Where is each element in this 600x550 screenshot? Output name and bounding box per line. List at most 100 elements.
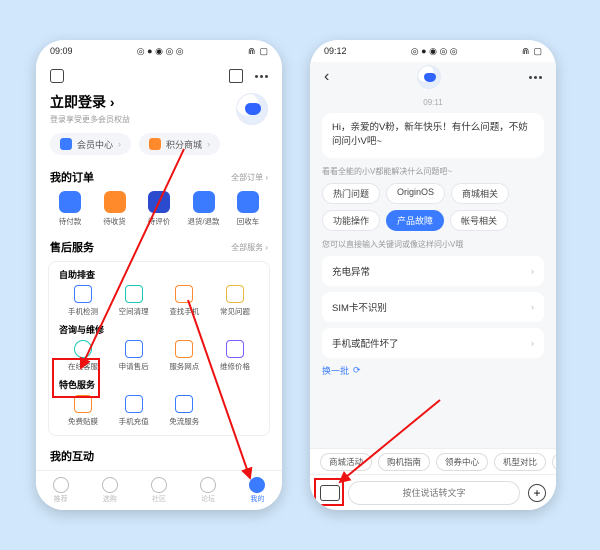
refund-icon xyxy=(193,191,215,213)
chip-account[interactable]: 帐号相关 xyxy=(450,210,508,231)
aftersale-more[interactable]: 全部服务 › xyxy=(231,242,268,253)
wifi-icon: ⋒ xyxy=(522,46,530,57)
store-icon xyxy=(175,340,193,358)
consult-apply[interactable]: 申请售后 xyxy=(112,340,156,372)
topup-icon xyxy=(125,395,143,413)
avatar[interactable] xyxy=(236,93,268,125)
recycle-icon xyxy=(237,191,259,213)
faq-charging[interactable]: 充电异常› xyxy=(322,256,544,286)
self-clean[interactable]: 空间清理 xyxy=(112,285,156,317)
highlight-box xyxy=(314,478,344,506)
broom-icon xyxy=(125,285,143,303)
input-bar: 按住说话转文字 + xyxy=(310,474,556,510)
wifi-icon: ⋒ xyxy=(248,46,256,57)
phone-profile: 09:09 ◎ ● ◉ ◎ ◎ ⋒▢ 立即登录 › 登录享受更多会员权益 会员中… xyxy=(36,40,282,510)
self-faq[interactable]: 常见问题 xyxy=(213,285,257,317)
chat-icon xyxy=(148,191,170,213)
order-pending-review[interactable]: 待评价 xyxy=(141,191,177,227)
special-topup[interactable]: 手机充值 xyxy=(112,395,156,427)
chip-hot[interactable]: 热门问题 xyxy=(322,183,380,204)
faq-broken[interactable]: 手机或配件坏了› xyxy=(322,328,544,358)
login-title[interactable]: 立即登录 › xyxy=(50,92,130,112)
consult-price[interactable]: 维修价格 xyxy=(213,340,257,372)
chip-function[interactable]: 功能操作 xyxy=(322,210,380,231)
clock: 09:09 xyxy=(50,46,73,56)
settings-icon[interactable] xyxy=(50,69,64,83)
category-chips: 热门问题 OriginOS 商城相关 功能操作 产品故障 帐号相关 xyxy=(322,183,544,231)
faq-sim[interactable]: SIM卡不识别› xyxy=(322,292,544,322)
order-refund[interactable]: 退货/退款 xyxy=(186,191,222,227)
bot-avatar[interactable] xyxy=(417,65,441,89)
refresh-icon: ⟳ xyxy=(353,365,361,376)
sug-coupon[interactable]: 领券中心 xyxy=(436,453,488,471)
tab-shop[interactable]: 选购 xyxy=(102,477,118,504)
group-consult: 咨询与维修 xyxy=(55,323,263,340)
voice-input[interactable]: 按住说话转文字 xyxy=(348,481,520,505)
self-find[interactable]: 查找手机 xyxy=(162,285,206,317)
pill-points-mall[interactable]: 积分商城› xyxy=(139,133,220,155)
chat-timestamp: 09:11 xyxy=(322,98,544,107)
interact-title: 我的互动 xyxy=(50,448,94,464)
pill-member-center[interactable]: 会员中心› xyxy=(50,133,131,155)
user-icon xyxy=(249,477,265,493)
hint-mid: 您可以直接输入关键词或像这样问小V哦 xyxy=(322,239,544,250)
refresh-button[interactable]: 换一批 ⟳ xyxy=(322,364,544,377)
order-pending-receive[interactable]: 待收货 xyxy=(97,191,133,227)
battery-icon: ▢ xyxy=(259,46,268,57)
special-film[interactable]: 免费贴膜 xyxy=(61,395,105,427)
status-bar: 09:09 ◎ ● ◉ ◎ ◎ ⋒▢ xyxy=(36,40,282,62)
tab-community[interactable]: 社区 xyxy=(151,477,167,504)
phone-chat: 09:12 ◎ ● ◉ ◎ ◎ ⋒▢ ‹ 09:11 Hi，亲爱的V粉，新年快乐… xyxy=(310,40,556,510)
phone-icon xyxy=(74,285,92,303)
heart-icon xyxy=(53,477,69,493)
chip-mall[interactable]: 商城相关 xyxy=(451,183,509,204)
sug-activity[interactable]: 商城活动 xyxy=(320,453,372,471)
forum-icon xyxy=(200,477,216,493)
orders-row: 待付款 待收货 待评价 退货/退款 回收车 xyxy=(36,189,282,233)
orders-more[interactable]: 全部订单 › xyxy=(231,172,268,183)
order-pending-pay[interactable]: 待付款 xyxy=(52,191,88,227)
aftersale-title: 售后服务 xyxy=(50,239,94,255)
coin-icon xyxy=(149,138,161,150)
chat-header: ‹ xyxy=(310,62,556,92)
cart-icon[interactable] xyxy=(229,69,243,83)
badge-icon xyxy=(60,138,72,150)
status-bar: 09:12 ◎ ● ◉ ◎ ◎ ⋒▢ xyxy=(310,40,556,62)
price-icon xyxy=(226,340,244,358)
back-button[interactable]: ‹ xyxy=(324,68,329,86)
suggestion-row[interactable]: 商城活动 购机指南 领券中心 机型对比 以 xyxy=(310,448,556,474)
tab-recommend[interactable]: 推荐 xyxy=(53,477,69,504)
tab-forum[interactable]: 论坛 xyxy=(200,477,216,504)
login-subtitle: 登录享受更多会员权益 xyxy=(50,114,130,125)
bot-greeting: Hi，亲爱的V粉，新年快乐！有什么问题，不妨问问小V吧~ xyxy=(322,113,544,158)
chat-body: 09:11 Hi，亲爱的V粉，新年快乐！有什么问题，不妨问问小V吧~ 看看全能的… xyxy=(310,92,556,474)
battery-icon: ▢ xyxy=(533,46,542,57)
group-self: 自助排查 xyxy=(55,268,263,285)
sug-guide[interactable]: 购机指南 xyxy=(378,453,430,471)
orders-title: 我的订单 xyxy=(50,169,94,185)
bag-icon xyxy=(102,477,118,493)
data-icon xyxy=(175,395,193,413)
order-recycle[interactable]: 回收车 xyxy=(230,191,266,227)
chip-originos[interactable]: OriginOS xyxy=(386,183,445,204)
chip-fault[interactable]: 产品故障 xyxy=(386,210,444,231)
consult-store[interactable]: 服务网点 xyxy=(162,340,206,372)
hint-top: 看看全能的小V都能解决什么问题吧~ xyxy=(322,166,544,177)
wallet-icon xyxy=(59,191,81,213)
plus-button[interactable]: + xyxy=(528,484,546,502)
tab-bar: 推荐 选购 社区 论坛 我的 xyxy=(36,470,282,510)
top-bar xyxy=(36,62,282,90)
question-icon xyxy=(226,285,244,303)
box-icon xyxy=(104,191,126,213)
community-icon xyxy=(151,477,167,493)
more-icon[interactable] xyxy=(255,75,268,78)
tab-mine[interactable]: 我的 xyxy=(249,477,265,504)
form-icon xyxy=(125,340,143,358)
special-data[interactable]: 免流服务 xyxy=(162,395,206,427)
more-icon[interactable] xyxy=(529,76,542,79)
self-phone-check[interactable]: 手机检测 xyxy=(61,285,105,317)
sug-compare[interactable]: 机型对比 xyxy=(494,453,546,471)
sug-more[interactable]: 以 xyxy=(552,453,556,471)
aftersale-card: 自助排查 手机检测 空间清理 查找手机 常见问题 咨询与维修 在线客服 申请售后… xyxy=(48,261,270,436)
highlight-box xyxy=(52,358,100,398)
